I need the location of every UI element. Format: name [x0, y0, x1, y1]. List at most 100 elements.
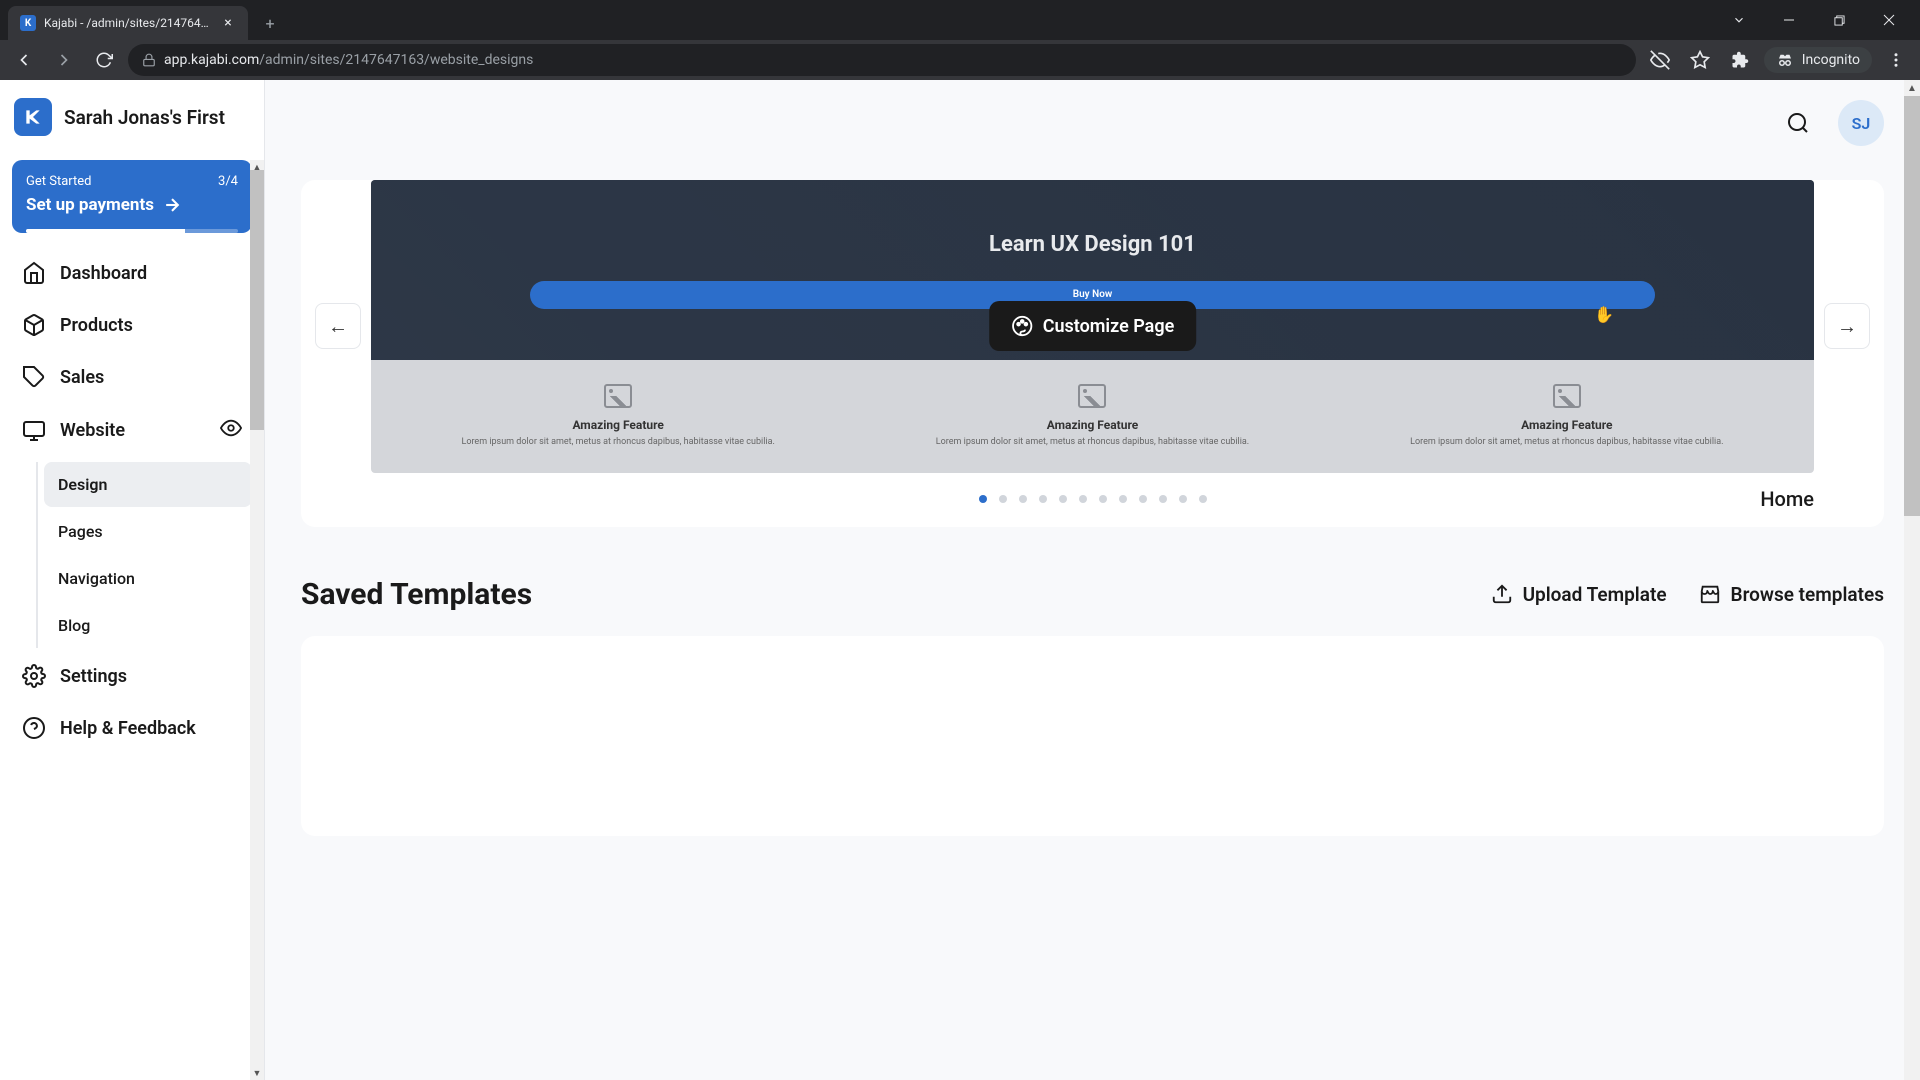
feature-block: Amazing Feature Lorem ipsum dolor sit am… [391, 384, 845, 449]
nav-website-label: Website [60, 420, 125, 441]
address-bar: app.kajabi.com/admin/sites/2147647163/we… [0, 40, 1920, 80]
carousel-dot[interactable] [979, 495, 987, 503]
kajabi-logo[interactable] [14, 98, 52, 136]
image-placeholder-icon [1078, 384, 1106, 408]
customize-page-button[interactable]: Customize Page [989, 301, 1197, 351]
carousel-dots [979, 495, 1207, 503]
search-icon [1786, 111, 1810, 135]
scroll-down-icon[interactable]: ▼ [250, 1066, 264, 1080]
subnav-navigation[interactable]: Navigation [44, 556, 252, 601]
app-container: Sarah Jonas's First Get Started 3/4 Set … [0, 80, 1920, 1080]
reload-button[interactable] [88, 44, 120, 76]
carousel-dot[interactable] [1039, 495, 1047, 503]
subnav-pages[interactable]: Pages [44, 509, 252, 554]
feature-desc: Lorem ipsum dolor sit amet, metus at rho… [1340, 436, 1794, 449]
customize-page-label: Customize Page [1043, 316, 1175, 337]
preview-features: Amazing Feature Lorem ipsum dolor sit am… [371, 360, 1814, 473]
feature-title: Amazing Feature [1340, 418, 1794, 432]
tag-icon [22, 365, 46, 389]
nav-dashboard-label: Dashboard [60, 263, 147, 284]
sidebar: Sarah Jonas's First Get Started 3/4 Set … [0, 80, 265, 1080]
get-started-card[interactable]: Get Started 3/4 Set up payments [12, 160, 252, 233]
carousel-dot[interactable] [1119, 495, 1127, 503]
kajabi-favicon: K [20, 15, 36, 31]
search-button[interactable] [1778, 103, 1818, 143]
home-icon [22, 261, 46, 285]
browser-tab[interactable]: K Kajabi - /admin/sites/2147647163 × [8, 6, 248, 40]
sidebar-scrollbar[interactable]: ▲ ▼ [250, 160, 264, 1080]
nav-settings-label: Settings [60, 666, 127, 687]
hero-title: Learn UX Design 101 [989, 232, 1196, 257]
carousel-next-button[interactable]: → [1824, 303, 1870, 349]
help-icon [22, 716, 46, 740]
carousel-dot[interactable] [1079, 495, 1087, 503]
upload-template-button[interactable]: Upload Template [1491, 583, 1667, 606]
nav-list: Dashboard Products Sales Website Design … [0, 247, 264, 1080]
feature-block: Amazing Feature Lorem ipsum dolor sit am… [865, 384, 1319, 449]
carousel-prev-button[interactable]: ← [315, 303, 361, 349]
feature-desc: Lorem ipsum dolor sit amet, metus at rho… [391, 436, 845, 449]
nav-settings[interactable]: Settings [12, 650, 252, 702]
nav-sales[interactable]: Sales [12, 351, 252, 403]
minimize-icon[interactable] [1766, 4, 1812, 36]
eye-blocked-icon[interactable] [1644, 44, 1676, 76]
templates-empty-card [301, 636, 1884, 836]
storefront-icon [1699, 583, 1721, 605]
star-icon[interactable] [1684, 44, 1716, 76]
url-path: /admin/sites/2147647163/website_designs [259, 52, 533, 68]
close-tab-icon[interactable]: × [220, 15, 236, 31]
eye-icon[interactable] [220, 417, 242, 444]
palette-icon [1011, 315, 1033, 337]
new-tab-button[interactable]: + [256, 9, 284, 37]
image-placeholder-icon [604, 384, 632, 408]
site-name: Sarah Jonas's First [64, 106, 225, 129]
box-icon [22, 313, 46, 337]
extensions-icon[interactable] [1724, 44, 1756, 76]
arrow-right-icon [162, 195, 182, 215]
carousel-dot[interactable] [1159, 495, 1167, 503]
get-started-progress: 3/4 [218, 174, 238, 189]
preview-frame[interactable]: Learn UX Design 101 Buy Now Amazing Feat… [371, 180, 1814, 473]
browse-templates-label: Browse templates [1731, 583, 1884, 606]
nav-sales-label: Sales [60, 367, 104, 388]
sidebar-header: Sarah Jonas's First [0, 80, 264, 154]
carousel-dot[interactable] [1099, 495, 1107, 503]
maximize-icon[interactable] [1816, 4, 1862, 36]
close-window-icon[interactable] [1866, 4, 1912, 36]
browse-templates-button[interactable]: Browse templates [1699, 583, 1884, 606]
feature-title: Amazing Feature [391, 418, 845, 432]
templates-section-header: Saved Templates Upload Template Browse t… [301, 577, 1884, 612]
chevron-down-icon[interactable] [1716, 4, 1762, 36]
window-controls [1716, 4, 1912, 36]
incognito-badge[interactable]: Incognito [1764, 47, 1872, 73]
carousel-dot[interactable] [1199, 495, 1207, 503]
back-button[interactable] [8, 44, 40, 76]
subnav-blog[interactable]: Blog [44, 603, 252, 648]
scroll-up-icon[interactable]: ▲ [250, 160, 264, 174]
nav-help[interactable]: Help & Feedback [12, 702, 252, 754]
user-avatar[interactable]: SJ [1838, 100, 1884, 146]
carousel-dot[interactable] [1179, 495, 1187, 503]
subnav-design[interactable]: Design [44, 462, 252, 507]
incognito-label: Incognito [1802, 52, 1860, 68]
page-preview-card: ← → Learn UX Design 101 Buy Now Amazing … [301, 180, 1884, 527]
monitor-icon [22, 419, 46, 443]
preview-footer: Home [301, 473, 1884, 527]
tab-title: Kajabi - /admin/sites/2147647163 [44, 16, 212, 30]
main-scrollbar[interactable]: ▲ [1904, 80, 1920, 1080]
carousel-dot[interactable] [999, 495, 1007, 503]
lock-icon [142, 53, 156, 67]
kebab-menu-icon[interactable] [1880, 44, 1912, 76]
nav-products[interactable]: Products [12, 299, 252, 351]
carousel-dot[interactable] [1019, 495, 1027, 503]
carousel-dot[interactable] [1059, 495, 1067, 503]
nav-website[interactable]: Website [12, 403, 252, 458]
url-field[interactable]: app.kajabi.com/admin/sites/2147647163/we… [128, 44, 1636, 76]
scrollbar-thumb[interactable] [250, 170, 264, 430]
nav-dashboard[interactable]: Dashboard [12, 247, 252, 299]
carousel-dot[interactable] [1139, 495, 1147, 503]
forward-button[interactable] [48, 44, 80, 76]
feature-desc: Lorem ipsum dolor sit amet, metus at rho… [865, 436, 1319, 449]
nav-help-label: Help & Feedback [60, 718, 196, 739]
preview-page-name: Home [1760, 487, 1814, 511]
